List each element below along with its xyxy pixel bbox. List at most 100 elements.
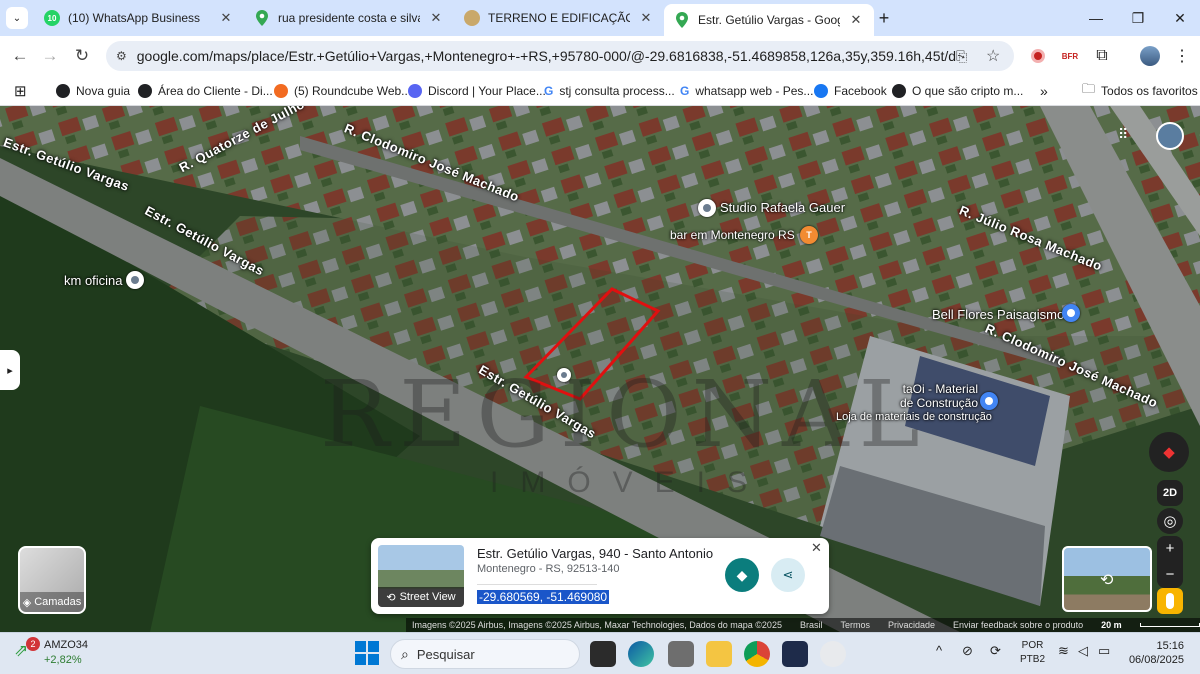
bookmark-discord[interactable]: Discord | Your Place... bbox=[408, 81, 546, 101]
account-avatar[interactable] bbox=[1156, 122, 1184, 150]
tab-whatsapp[interactable]: 10 (10) WhatsApp Business ✕ bbox=[34, 4, 244, 32]
compass-icon: ◆ bbox=[1163, 444, 1175, 461]
bar-icon[interactable]: T bbox=[800, 226, 818, 244]
edge-icon[interactable] bbox=[628, 641, 654, 667]
pegman-icon[interactable] bbox=[1157, 588, 1183, 614]
extensions-puzzle-icon[interactable]: ⧉ bbox=[1090, 44, 1114, 68]
close-icon[interactable]: ✕ bbox=[428, 10, 444, 26]
bookmark-label: (5) Roundcube Web... bbox=[294, 84, 412, 98]
url-text[interactable]: google.com/maps/place/Estr.+Getúlio+Varg… bbox=[137, 48, 957, 64]
street-view-thumbnail[interactable]: ⟲ Street View bbox=[378, 545, 464, 607]
place-label[interactable]: Studio Rafaela Gauer bbox=[720, 200, 845, 215]
bookmark-star-icon[interactable]: ☆ bbox=[986, 46, 1000, 66]
place-label[interactable]: taOi - Material de Construção bbox=[886, 382, 978, 410]
privacy-link[interactable]: Privacidade bbox=[888, 620, 935, 630]
place-info-card[interactable]: ⟲ Street View Estr. Getúlio Vargas, 940 -… bbox=[371, 538, 829, 614]
close-window-button[interactable]: ✕ bbox=[1160, 6, 1200, 30]
all-bookmarks-folder[interactable]: 🗀 Todos os favoritos bbox=[1082, 81, 1198, 101]
bookmark-facebook[interactable]: Facebook bbox=[814, 81, 887, 101]
install-app-icon[interactable]: ⎘ bbox=[956, 48, 967, 65]
toggle-2d-button[interactable]: 2D bbox=[1157, 480, 1183, 506]
search-placeholder: Pesquisar bbox=[416, 646, 475, 662]
bookmark-roundcube[interactable]: (5) Roundcube Web... bbox=[274, 81, 411, 101]
wifi-icon[interactable]: ≋ bbox=[1058, 643, 1069, 659]
show-hidden-icons[interactable]: ^ bbox=[936, 643, 942, 658]
street-view-preview[interactable]: ⟲ bbox=[1062, 546, 1152, 612]
restore-button[interactable]: ❐ bbox=[1118, 6, 1158, 30]
back-button[interactable]: ← bbox=[8, 44, 32, 68]
network-off-icon[interactable]: ⊘ bbox=[962, 643, 973, 659]
place-address: Montenegro - RS, 92513-140 bbox=[477, 563, 620, 575]
close-icon[interactable]: ✕ bbox=[848, 12, 864, 28]
scale-label[interactable]: 20 m bbox=[1101, 620, 1122, 630]
tab-terreno[interactable]: TERRENO E EDIFICAÇÃO (MON ✕ bbox=[454, 4, 664, 32]
place-pin[interactable] bbox=[698, 199, 716, 217]
extension-bfr-icon[interactable]: BFR bbox=[1058, 44, 1082, 68]
volume-icon[interactable]: ◁ bbox=[1078, 643, 1088, 659]
coordinates-text[interactable]: -29.680569, -51.469080 bbox=[477, 590, 610, 604]
input-language[interactable]: POR PTB2 bbox=[1020, 639, 1045, 667]
close-icon[interactable]: ✕ bbox=[218, 10, 234, 26]
language-code: POR bbox=[1021, 640, 1044, 651]
tab-google-maps-active[interactable]: Estr. Getúlio Vargas - Google M ✕ bbox=[664, 4, 874, 36]
tab-strip: ⌄ 10 (10) WhatsApp Business ✕ rua presid… bbox=[0, 0, 1200, 36]
sync-icon[interactable]: ⟳ bbox=[990, 643, 1001, 659]
bookmark-cripto[interactable]: O que são cripto m... bbox=[892, 81, 1023, 101]
place-pin[interactable] bbox=[126, 271, 144, 289]
bookmarks-overflow-button[interactable]: » bbox=[1040, 81, 1048, 101]
extension-record-icon[interactable] bbox=[1026, 44, 1050, 68]
my-location-button[interactable]: ◎ bbox=[1157, 508, 1183, 534]
app-icon[interactable] bbox=[668, 641, 694, 667]
zoom-out-button[interactable]: − bbox=[1166, 562, 1175, 588]
profile-avatar[interactable] bbox=[1138, 44, 1162, 68]
terms-link[interactable]: Termos bbox=[840, 620, 870, 630]
apps-grid-icon[interactable]: ⊞ bbox=[14, 82, 27, 100]
forward-button[interactable]: → bbox=[38, 44, 62, 68]
tab-search-button[interactable]: ⌄ bbox=[6, 7, 28, 29]
address-bar[interactable]: ⚙ google.com/maps/place/Estr.+Getúlio+Va… bbox=[106, 41, 1014, 71]
bookmark-nova-guia[interactable]: Nova guia bbox=[56, 81, 130, 101]
collapse-panel-button[interactable]: ▸ bbox=[0, 350, 20, 390]
place-label[interactable]: Bell Flores Paisagismo bbox=[932, 307, 1064, 322]
place-subtitle: Loja de materiais de construção bbox=[836, 411, 992, 423]
compass-button[interactable]: ◆ bbox=[1149, 432, 1189, 472]
shop-icon[interactable] bbox=[980, 392, 998, 410]
google-apps-icon[interactable]: ⠿ bbox=[1118, 126, 1128, 143]
time: 15:16 bbox=[1156, 640, 1184, 652]
stock-change[interactable]: +2,82% bbox=[44, 654, 82, 666]
zoom-in-button[interactable]: + bbox=[1166, 536, 1175, 562]
reload-button[interactable]: ↻ bbox=[70, 44, 94, 68]
app-icon[interactable] bbox=[782, 641, 808, 667]
directions-button[interactable]: ◆ bbox=[725, 558, 759, 592]
bookmark-stj[interactable]: Gstj consulta process... bbox=[544, 81, 675, 101]
menu-dots-icon[interactable]: ⋮ bbox=[1170, 44, 1194, 68]
windows-start-icon[interactable] bbox=[355, 641, 379, 665]
close-icon[interactable]: ✕ bbox=[638, 10, 654, 26]
task-view-icon[interactable] bbox=[590, 641, 616, 667]
selected-location-icon[interactable] bbox=[557, 368, 571, 382]
feedback-link[interactable]: Enviar feedback sobre o produto bbox=[953, 620, 1083, 630]
close-card-button[interactable]: ✕ bbox=[811, 540, 822, 556]
minimize-button[interactable]: — bbox=[1076, 6, 1116, 30]
place-label[interactable]: km oficina bbox=[64, 273, 123, 288]
clock[interactable]: 15:16 06/08/2025 bbox=[1126, 639, 1184, 667]
shop-icon[interactable] bbox=[1062, 304, 1080, 322]
taskbar-search[interactable]: ⌕ Pesquisar bbox=[390, 639, 580, 669]
bookmark-area-cliente[interactable]: Área do Cliente - Di... bbox=[138, 81, 273, 101]
layers-button[interactable]: ◈ Camadas bbox=[18, 546, 86, 614]
chrome-icon[interactable] bbox=[744, 641, 770, 667]
new-tab-button[interactable]: + bbox=[874, 8, 894, 28]
site-info-icon[interactable]: ⚙ bbox=[116, 49, 127, 63]
app-icon[interactable] bbox=[820, 641, 846, 667]
rotate-360-icon: ⟲ bbox=[1100, 572, 1114, 589]
place-label[interactable]: bar em Montenegro RS bbox=[670, 228, 795, 242]
maps-pin-icon bbox=[674, 12, 690, 28]
bookmark-whatsapp-web[interactable]: Gwhatsapp web - Pes... bbox=[680, 81, 813, 101]
file-explorer-icon[interactable] bbox=[706, 641, 732, 667]
share-button[interactable]: ⋖ bbox=[771, 558, 805, 592]
region-link[interactable]: Brasil bbox=[800, 620, 823, 630]
battery-icon[interactable]: ▭ bbox=[1098, 643, 1110, 659]
stock-widget-icon[interactable]: ⇗ 2 bbox=[14, 637, 40, 663]
stock-name[interactable]: AMZO34 bbox=[44, 639, 88, 651]
tab-maps-search[interactable]: rua presidente costa e silva - sa ✕ bbox=[244, 4, 454, 32]
